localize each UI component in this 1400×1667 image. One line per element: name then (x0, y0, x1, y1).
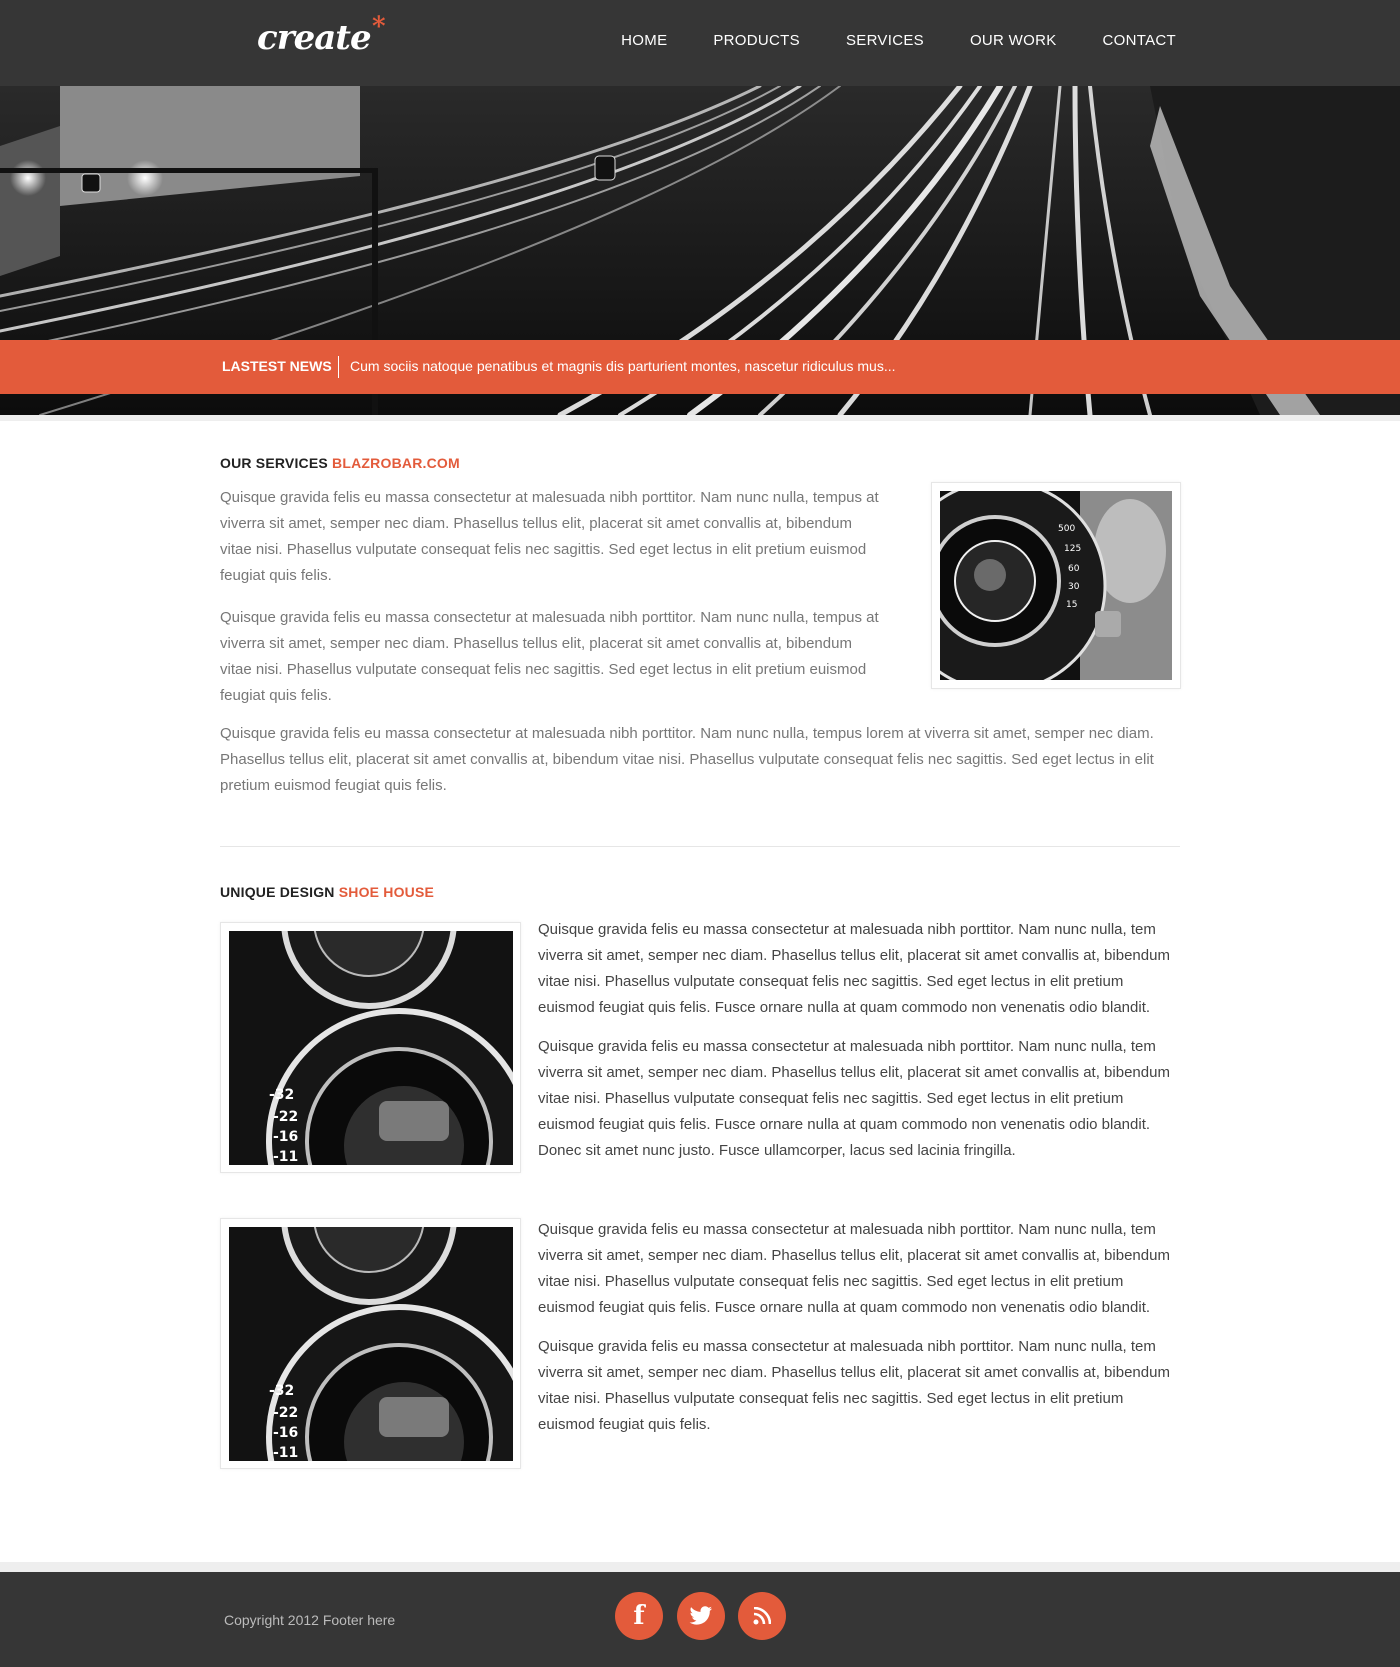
latest-news-bar: LASTEST NEWS Cum sociis natoque penatibu… (0, 340, 1400, 394)
svg-text:60: 60 (1068, 564, 1080, 574)
nav-services[interactable]: SERVICES (846, 32, 924, 49)
design-heading: UNIQUE DESIGN SHOE HOUSE (220, 884, 434, 900)
page: create * HOME PRODUCTS SERVICES OUR WORK… (0, 0, 1400, 1667)
svg-text:125: 125 (1064, 544, 1081, 554)
svg-text:-22: -22 (273, 1109, 298, 1125)
hero-bottom-rule (0, 415, 1400, 421)
logo-asterisk: * (372, 12, 386, 42)
design-heading-text: UNIQUE DESIGN (220, 884, 335, 900)
logo-text: create (257, 18, 372, 58)
copyright-text: Copyright 2012 Footer here (224, 1612, 396, 1628)
svg-text:-22: -22 (273, 1405, 298, 1421)
news-label: LASTEST NEWS (222, 358, 332, 374)
design-row1-paragraph-2: Quisque gravida felis eu massa consectet… (538, 1038, 1170, 1159)
services-paragraph-1: Quisque gravida felis eu massa consectet… (220, 489, 879, 584)
services-photo-frame: 500 125 60 30 15 (931, 482, 1181, 689)
svg-text:-11: -11 (273, 1445, 298, 1461)
svg-text:-16: -16 (273, 1129, 298, 1145)
svg-text:500: 500 (1058, 524, 1075, 534)
nav-products[interactable]: PRODUCTS (713, 32, 800, 49)
design-row2-paragraph-1: Quisque gravida felis eu massa consectet… (538, 1221, 1170, 1316)
footer-top-rule (0, 1562, 1400, 1572)
design-photo-frame-1: -32 -22 -16 -11 (220, 922, 521, 1173)
camera-lens-photo: 500 125 60 30 15 (940, 491, 1172, 680)
services-heading-accent: BLAZROBAR.COM (332, 455, 460, 471)
services-heading-text: OUR SERVICES (220, 455, 328, 471)
services-heading: OUR SERVICES BLAZROBAR.COM (220, 455, 460, 471)
news-divider (338, 356, 339, 378)
twitter-button[interactable] (677, 1592, 725, 1640)
nav-home[interactable]: HOME (621, 32, 667, 49)
svg-text:-11: -11 (273, 1149, 298, 1165)
logo[interactable]: create * (257, 12, 386, 58)
twitter-icon (689, 1606, 712, 1625)
rss-icon (753, 1607, 771, 1625)
design-row1-paragraph-1: Quisque gravida felis eu massa consectet… (538, 921, 1170, 1016)
camera-dial-photo: -32 -22 -16 -11 (229, 931, 513, 1165)
section-divider (220, 846, 1180, 847)
rss-button[interactable] (738, 1592, 786, 1640)
design-row2-paragraph-2: Quisque gravida felis eu massa consectet… (538, 1338, 1170, 1433)
news-headline-link[interactable]: Cum sociis natoque penatibus et magnis d… (350, 358, 896, 374)
services-paragraph-2: Quisque gravida felis eu massa consectet… (220, 609, 879, 704)
svg-text:-32: -32 (269, 1087, 294, 1103)
site-footer: Copyright 2012 Footer here f (0, 1572, 1400, 1667)
facebook-icon: f (633, 1601, 645, 1631)
design-photo-frame-2: -32 -22 -16 -11 (220, 1218, 521, 1469)
site-header: create * HOME PRODUCTS SERVICES OUR WORK… (0, 0, 1400, 86)
main-nav: HOME PRODUCTS SERVICES OUR WORK CONTACT (575, 32, 1176, 49)
svg-text:-16: -16 (273, 1425, 298, 1441)
nav-our-work[interactable]: OUR WORK (970, 32, 1057, 49)
facebook-button[interactable]: f (615, 1592, 663, 1640)
nav-contact[interactable]: CONTACT (1103, 32, 1176, 49)
services-paragraph-3: Quisque gravida felis eu massa consectet… (220, 725, 1154, 794)
camera-dial-photo: -32 -22 -16 -11 (229, 1227, 513, 1461)
svg-text:30: 30 (1068, 582, 1080, 592)
design-heading-accent: SHOE HOUSE (338, 884, 435, 900)
svg-text:-32: -32 (269, 1383, 294, 1399)
svg-text:15: 15 (1066, 600, 1077, 610)
